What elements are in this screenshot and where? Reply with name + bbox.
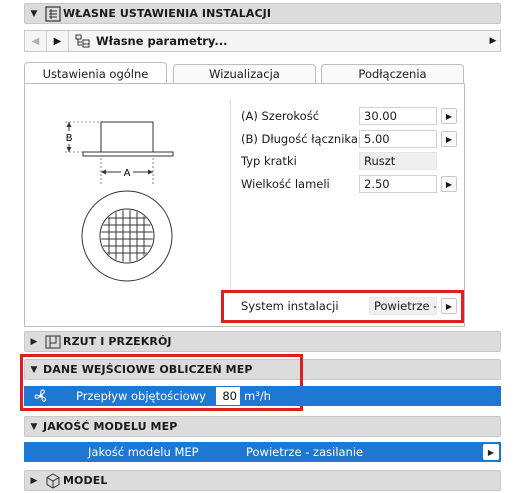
chevron-right-icon[interactable]: ▶ (483, 444, 499, 460)
collapse-triangle-icon[interactable]: ▼ (25, 9, 43, 19)
quality-row[interactable]: Jakość modelu MEP Powietrze - zasilanie … (24, 442, 501, 462)
width-input[interactable]: 30.00 (359, 107, 437, 125)
chevron-right-icon[interactable]: ▶ (486, 36, 500, 46)
tab-label: Wizualizacja (209, 67, 280, 81)
section-mep-quality[interactable]: ▼ JAKOŚĆ MODELU MEP (24, 416, 501, 437)
section-title: MODEL (63, 474, 108, 487)
expand-triangle-icon[interactable]: ▶ (25, 476, 43, 486)
fan-icon (24, 388, 58, 404)
flow-label: Przepływ objętościowy (76, 389, 206, 403)
dimension-a-label: A (124, 168, 131, 179)
param-width-row: (A) Szerokość 30.00 ▶ (241, 106, 461, 126)
grille-diagram: B A (62, 121, 174, 282)
section-title: JAKOŚĆ MODELU MEP (43, 420, 178, 433)
section-plan-section[interactable]: ▶ RZUT I PRZEKRÓJ (24, 331, 501, 352)
settings-grid-icon (43, 5, 63, 23)
cube-icon (43, 472, 63, 490)
tab-label: Ustawienia ogólne (42, 66, 149, 81)
quality-value[interactable]: Powietrze - zasilanie (246, 445, 483, 459)
param-lamella-row: Wielkość lameli 2.50 ▶ (241, 174, 461, 194)
panel-divider (230, 100, 231, 290)
param-length-row: (B) Długość łącznika 5.00 ▶ (241, 129, 461, 149)
chevron-right-icon[interactable]: ▶ (441, 131, 457, 147)
collapse-triangle-icon[interactable]: ▼ (25, 422, 43, 432)
expand-triangle-icon[interactable]: ▶ (25, 337, 43, 347)
chevron-right-icon[interactable]: ▶ (441, 176, 457, 192)
favorites-nav: ◀ ▶ Własne parametry... ▶ (24, 30, 501, 52)
next-button[interactable]: ▶ (47, 31, 69, 51)
tab-general-settings[interactable]: Ustawienia ogólne (24, 62, 167, 84)
section-title: WŁASNE USTAWIENIA INSTALACJI (63, 7, 272, 20)
flow-input[interactable]: 80 (216, 387, 240, 405)
custom-params-selector[interactable]: Własne parametry... (75, 34, 486, 48)
previous-button[interactable]: ◀ (25, 31, 47, 51)
highlight-frame (221, 290, 464, 323)
param-label: Typ kratki (241, 154, 297, 168)
lamella-size-input[interactable]: 2.50 (359, 175, 437, 193)
custom-params-label: Własne parametry... (96, 34, 228, 48)
section-title: RZUT I PRZEKRÓJ (63, 335, 172, 348)
param-label: (B) Długość łącznika (241, 132, 358, 146)
floor-plan-icon (43, 333, 63, 351)
param-label: Wielkość lameli (241, 177, 330, 191)
param-label: (A) Szerokość (241, 109, 320, 123)
tab-connections[interactable]: Podłączenia (321, 64, 464, 84)
quality-label: Jakość modelu MEP (88, 445, 199, 459)
flow-unit: m³/h (244, 389, 271, 403)
object-tree-icon (75, 34, 91, 48)
tab-label: Podłączenia (358, 67, 427, 81)
grille-type-value: Ruszt (359, 152, 437, 170)
section-custom-settings[interactable]: ▼ WŁASNE USTAWIENIA INSTALACJI (24, 3, 501, 24)
length-input[interactable]: 5.00 (359, 130, 437, 148)
param-grille-type-row: Typ kratki Ruszt (241, 151, 461, 171)
tab-visualization[interactable]: Wizualizacja (173, 64, 316, 84)
chevron-right-icon[interactable]: ▶ (441, 108, 457, 124)
dimension-b-label: B (66, 133, 73, 144)
section-model[interactable]: ▶ MODEL (24, 470, 501, 491)
flow-row[interactable]: Przepływ objętościowy 80 m³/h (24, 386, 501, 406)
